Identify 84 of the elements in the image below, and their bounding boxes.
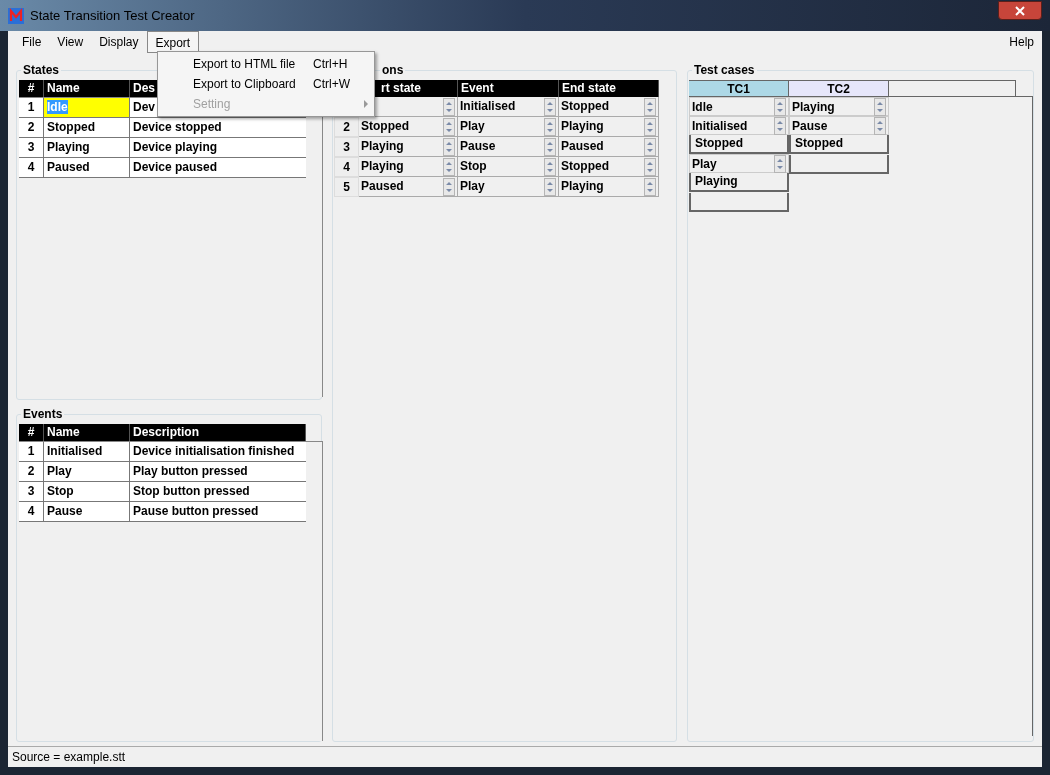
row-number: 4	[19, 502, 44, 522]
table-cell-text: Initialised	[459, 98, 517, 116]
table-cell: Paused	[44, 158, 130, 178]
spinner-icon[interactable]	[544, 177, 556, 196]
row-number: 1	[19, 442, 44, 462]
table-cell: Device playing	[133, 140, 218, 155]
table-cell-text: Playing	[360, 158, 405, 176]
spinner-icon[interactable]	[544, 157, 556, 176]
row-number: 5	[334, 177, 359, 198]
row-number: 2	[19, 462, 44, 482]
close-button[interactable]	[998, 1, 1042, 20]
table-cell: Pause button pressed	[133, 504, 259, 519]
step-cell: Stopped	[689, 135, 789, 155]
menu-item[interactable]: File	[14, 31, 50, 54]
table-cell-text: Stop	[459, 158, 488, 176]
table-cell: Play	[44, 462, 130, 482]
table-cell: Idle	[44, 98, 130, 118]
row-number: 4	[334, 157, 359, 178]
spinner-icon[interactable]	[443, 97, 455, 116]
close-icon	[1015, 5, 1025, 16]
column-header: End state	[559, 80, 659, 98]
table-cell: Device stopped	[133, 120, 222, 135]
menu-item[interactable]: Export	[146, 31, 200, 54]
table-cell: Initialised	[44, 442, 130, 462]
table-cell-text: Playing	[560, 118, 605, 136]
step-cell-text: Pause	[791, 117, 829, 135]
spinner-icon[interactable]	[644, 137, 656, 156]
table-cell-text: Playing	[360, 138, 405, 156]
spinner-icon[interactable]	[443, 137, 455, 156]
table-cell-text: Stopped	[560, 158, 610, 176]
spinner-icon[interactable]	[644, 177, 656, 196]
table-cell: Stopped	[44, 118, 130, 138]
spinner-icon[interactable]	[774, 116, 786, 135]
row-number: 2	[19, 118, 44, 138]
table-cell-text: Stopped	[560, 98, 610, 116]
table-cell: Stop button pressed	[133, 484, 250, 499]
step-cell-text: Playing	[791, 98, 836, 116]
menu-item[interactable]: View	[49, 31, 92, 54]
table-cell: Stop	[44, 482, 130, 502]
spinner-icon[interactable]	[874, 97, 886, 116]
row-number: 4	[19, 158, 44, 178]
table-cell: Pause	[44, 502, 130, 522]
step-cell-text: Initialised	[691, 117, 749, 135]
status-text: Source = example.stt	[12, 749, 126, 767]
table-cell-text: Paused	[560, 138, 605, 156]
table-cell-text: Play	[459, 178, 486, 196]
spinner-icon[interactable]	[544, 137, 556, 156]
row-number: 3	[19, 138, 44, 158]
spinner-icon[interactable]	[644, 117, 656, 136]
spinner-icon[interactable]	[644, 97, 656, 116]
table-cell: Device paused	[133, 160, 218, 175]
table-cell-text: Pause	[459, 138, 497, 156]
dropdown-item[interactable]: Export to HTML file Ctrl+H	[158, 54, 374, 74]
spinner-icon[interactable]	[443, 157, 455, 176]
menu-item[interactable]: Help	[1009, 33, 1034, 52]
spinner-icon[interactable]	[544, 97, 556, 116]
table-cell-text: Play	[459, 118, 486, 136]
table-cell: Dev	[133, 100, 155, 115]
app-logo-icon	[8, 7, 24, 24]
row-number: 3	[19, 482, 44, 502]
test-case-tab[interactable]: TC2	[789, 81, 889, 97]
menu-item[interactable]: Display	[91, 31, 147, 54]
spinner-icon[interactable]	[544, 117, 556, 136]
spinner-icon[interactable]	[443, 117, 455, 136]
spinner-icon[interactable]	[644, 157, 656, 176]
table-cell: Device initialisation finished	[133, 444, 295, 459]
spinner-icon[interactable]	[774, 154, 786, 173]
row-number: 2	[334, 117, 359, 138]
step-cell: Playing	[689, 173, 789, 193]
spinner-icon[interactable]	[874, 116, 886, 135]
spinner-icon[interactable]	[443, 177, 455, 196]
step-cell-text: Idle	[691, 98, 714, 116]
table-cell: Play button pressed	[133, 464, 248, 479]
table-cell-text: Playing	[560, 178, 605, 196]
step-cell: Stopped	[789, 135, 889, 155]
table-cell-text: Stopped	[360, 118, 410, 136]
window-title: State Transition Test Creator	[30, 6, 195, 25]
row-number: 3	[334, 137, 359, 158]
column-header: Event	[458, 80, 559, 98]
table-cell: Playing	[44, 138, 130, 158]
spinner-icon[interactable]	[774, 97, 786, 116]
step-cell-text: Play	[691, 155, 718, 173]
test-case-tab[interactable]: TC1	[689, 81, 789, 97]
table-cell-text: Paused	[360, 178, 405, 196]
